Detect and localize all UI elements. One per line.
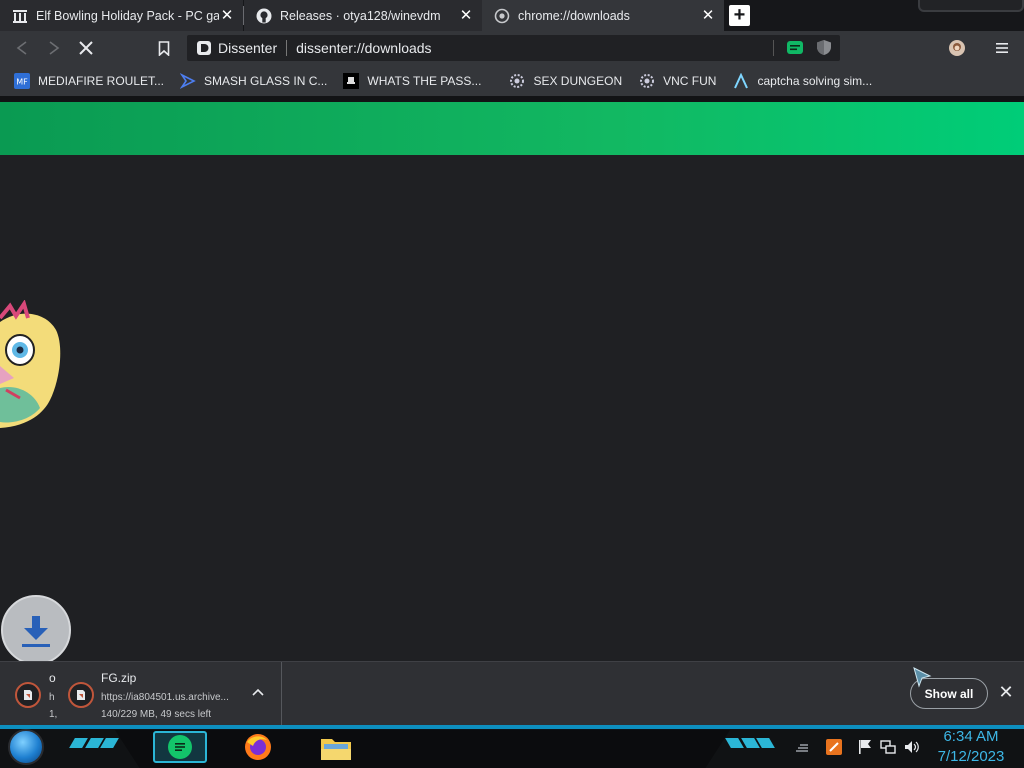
avatar-icon: [949, 40, 965, 56]
download-url: h: [49, 692, 55, 703]
stop-x-icon: [79, 41, 93, 55]
taskbar-app-file-explorer[interactable]: [319, 733, 353, 763]
browser-toolbar: Dissenter dissenter://downloads: [0, 31, 1024, 65]
mediafire-icon: MF: [14, 72, 30, 89]
hamburger-menu-icon: [996, 43, 1008, 53]
bookmark-label: VNC FUN: [663, 73, 717, 88]
tab-title: Elf Bowling Holiday Pack - PC gam: [36, 8, 219, 23]
action-center-flag-icon[interactable]: [857, 739, 873, 755]
download-arrow-icon: [22, 616, 50, 647]
dissenter-icon: [494, 8, 510, 24]
tab-title: chrome://downloads: [518, 8, 630, 23]
bookmark-label: MEDIAFIRE ROULET...: [38, 73, 165, 88]
divider: [773, 39, 774, 56]
download-item-partial[interactable]: o h 1,: [0, 662, 57, 730]
menu-button[interactable]: [991, 37, 1013, 59]
mouse-cursor-icon: [912, 666, 932, 688]
bookmark-button[interactable]: [153, 37, 175, 59]
gear-site-icon: [509, 73, 525, 89]
svg-text:MF: MF: [16, 77, 28, 86]
site-label: Dissenter: [218, 40, 278, 56]
close-tab-icon[interactable]: ✕: [458, 7, 474, 24]
show-hidden-icons-icon[interactable]: [794, 739, 810, 755]
file-icon: [15, 682, 41, 708]
close-tab-icon[interactable]: ✕: [700, 7, 716, 24]
floating-download-button[interactable]: [1, 595, 71, 665]
cartoon-character-image: [0, 300, 61, 428]
bookmark-label: captcha solving sim...: [757, 73, 873, 88]
forward-button[interactable]: [43, 37, 65, 59]
forward-arrow-icon: [49, 41, 60, 55]
bookmark-sex-dungeon[interactable]: SEX DUNGEON: [509, 73, 622, 89]
volume-icon[interactable]: [904, 739, 920, 755]
download-status: 140/229 MB, 49 secs left: [101, 709, 212, 720]
start-button[interactable]: [8, 729, 44, 765]
address-bar[interactable]: Dissenter dissenter://downloads: [187, 35, 840, 61]
gear-site-icon: [639, 73, 655, 89]
download-filename: o: [49, 671, 56, 685]
notes-app-icon: [168, 735, 192, 759]
chevron-up-icon[interactable]: [252, 688, 264, 696]
url-text: dissenter://downloads: [296, 40, 432, 56]
folder-icon: [321, 739, 351, 760]
bookmark-whats-the-pass[interactable]: WHATS THE PASS...: [343, 72, 482, 89]
bookmark-icon: [158, 40, 170, 56]
download-item-fg-zip[interactable]: FG.zip https://ia804501.us.archive... 14…: [56, 662, 282, 730]
download-shelf: o h 1, FG.zip https://ia804501.us.archiv…: [0, 661, 1024, 730]
dissenter-site-icon: [196, 40, 212, 56]
shield-icon[interactable]: [816, 39, 832, 56]
stop-loading-button[interactable]: [75, 37, 97, 59]
back-arrow-icon: [16, 41, 27, 55]
tab-downloads[interactable]: chrome://downloads ✕: [482, 0, 724, 31]
close-tab-icon[interactable]: ✕: [219, 7, 235, 24]
bookmarks-bar: MF MEDIAFIRE ROULET... SMASH GLASS IN C.…: [0, 65, 1024, 96]
download-filename: FG.zip: [101, 671, 137, 685]
tab-winevdm-releases[interactable]: Releases · otya128/winevdm ✕: [244, 0, 482, 31]
tray-app-icon[interactable]: [826, 739, 842, 755]
bookmark-label: WHATS THE PASS...: [367, 73, 482, 88]
tab-title: Releases · otya128/winevdm: [280, 8, 441, 23]
taskbar-app-firefox[interactable]: [242, 731, 274, 763]
bookmark-label: SEX DUNGEON: [533, 73, 623, 88]
file-icon: [68, 682, 94, 708]
downloads-page-body: [0, 155, 1024, 661]
firefox-icon: [245, 734, 271, 760]
window-caption-frame: [918, 0, 1024, 12]
bookmark-captcha-solving[interactable]: captcha solving sim...: [733, 72, 873, 89]
bookmark-label: SMASH GLASS IN C...: [204, 73, 328, 88]
taskbar-center-frame: [115, 730, 730, 768]
taskbar-deco-right: [725, 738, 775, 748]
close-shelf-icon[interactable]: ✕: [998, 683, 1014, 701]
address-divider: [286, 40, 288, 56]
taskbar-deco-left: [69, 738, 119, 748]
bookmark-mediafire[interactable]: MF MEDIAFIRE ROULET...: [14, 72, 165, 89]
github-icon: [256, 8, 272, 24]
download-url: https://ia804501.us.archive...: [101, 692, 229, 703]
smash-icon: [180, 72, 196, 89]
tab-elf-bowling[interactable]: Elf Bowling Holiday Pack - PC gam ✕: [0, 0, 243, 31]
dark-site-icon: [343, 72, 360, 89]
comment-extension-icon[interactable]: [786, 40, 804, 56]
page-header-banner: [0, 102, 1024, 155]
profile-avatar[interactable]: [946, 37, 968, 59]
new-tab-button[interactable]: +: [729, 5, 750, 26]
taskbar-app-notes[interactable]: [153, 731, 207, 763]
lambda-icon: [733, 72, 749, 89]
bookmark-vnc-fun[interactable]: VNC FUN: [639, 73, 716, 89]
tab-strip: Elf Bowling Holiday Pack - PC gam ✕ Rele…: [0, 0, 1024, 31]
bookmark-smash-glass[interactable]: SMASH GLASS IN C...: [180, 72, 328, 89]
taskbar-clock-time[interactable]: 6:34 AM: [930, 728, 1012, 745]
network-icon[interactable]: [880, 739, 896, 755]
back-button[interactable]: [11, 37, 33, 59]
taskbar-clock-date[interactable]: 7/12/2023: [930, 748, 1012, 765]
archive-icon: [12, 8, 28, 24]
